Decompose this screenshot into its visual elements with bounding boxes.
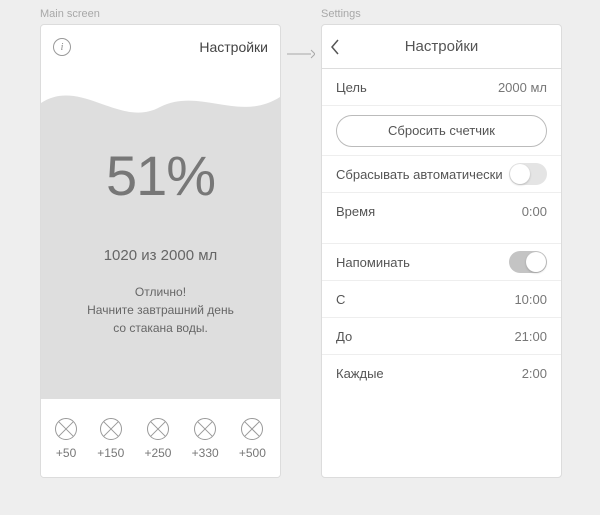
- goal-label: Цель: [336, 80, 367, 95]
- section-gap: [322, 230, 561, 244]
- back-button[interactable]: [330, 25, 340, 69]
- to-row[interactable]: До 21:00: [322, 318, 561, 355]
- every-value: 2:00: [522, 366, 547, 381]
- to-label: До: [336, 329, 352, 344]
- every-label: Каждые: [336, 366, 384, 381]
- add-label: +330: [192, 446, 219, 460]
- percent-display: 51%: [41, 143, 280, 208]
- cheer-message: Отлично! Начните завтрашний день со стак…: [41, 283, 280, 337]
- settings-screen-caption: Settings: [321, 8, 361, 20]
- from-row[interactable]: С 10:00: [322, 281, 561, 318]
- to-value: 21:00: [514, 329, 547, 344]
- progress-text: 1020 из 2000 мл: [41, 247, 280, 264]
- flow-arrow-icon: [287, 46, 315, 56]
- add-icon: [55, 418, 77, 440]
- add-250-button[interactable]: +250: [144, 418, 171, 460]
- auto-reset-label: Сбрасывать автоматически: [336, 167, 503, 182]
- add-label: +150: [97, 446, 124, 460]
- every-row[interactable]: Каждые 2:00: [322, 355, 561, 392]
- reset-row: Сбросить счетчик: [322, 106, 561, 156]
- cheer-title: Отлично!: [65, 283, 256, 301]
- add-150-button[interactable]: +150: [97, 418, 124, 460]
- main-top-bar: i Настройки: [41, 25, 280, 69]
- auto-reset-row: Сбрасывать автоматически: [322, 156, 561, 193]
- auto-reset-toggle[interactable]: [509, 163, 547, 185]
- add-50-button[interactable]: +50: [55, 418, 77, 460]
- settings-header: Настройки: [322, 25, 561, 69]
- from-label: С: [336, 292, 345, 307]
- time-label: Время: [336, 204, 375, 219]
- time-value: 0:00: [522, 204, 547, 219]
- remind-toggle[interactable]: [509, 251, 547, 273]
- time-row[interactable]: Время 0:00: [322, 193, 561, 230]
- add-icon: [147, 418, 169, 440]
- add-500-button[interactable]: +500: [239, 418, 266, 460]
- remind-row: Напоминать: [322, 244, 561, 281]
- goal-row[interactable]: Цель 2000 мл: [322, 69, 561, 106]
- settings-link[interactable]: Настройки: [199, 39, 268, 55]
- cheer-line-1: Начните завтрашний день: [65, 301, 256, 319]
- main-screen: i Настройки 51% 1020 из 2000 мл Отлично!…: [40, 24, 281, 478]
- info-icon[interactable]: i: [53, 38, 71, 56]
- add-label: +500: [239, 446, 266, 460]
- add-label: +250: [144, 446, 171, 460]
- reset-counter-button[interactable]: Сбросить счетчик: [336, 115, 547, 147]
- settings-title: Настройки: [405, 38, 479, 55]
- remind-label: Напоминать: [336, 255, 410, 270]
- add-330-button[interactable]: +330: [192, 418, 219, 460]
- add-water-bar: +50 +150 +250 +330 +500: [41, 399, 280, 477]
- add-icon: [194, 418, 216, 440]
- cheer-line-2: со стакана воды.: [65, 319, 256, 337]
- main-screen-caption: Main screen: [40, 8, 100, 20]
- settings-screen: Настройки Цель 2000 мл Сбросить счетчик …: [321, 24, 562, 478]
- chevron-left-icon: [330, 39, 340, 55]
- from-value: 10:00: [514, 292, 547, 307]
- wave-shape: [41, 83, 280, 127]
- add-icon: [241, 418, 263, 440]
- add-label: +50: [56, 446, 76, 460]
- goal-value: 2000 мл: [498, 80, 547, 95]
- add-icon: [100, 418, 122, 440]
